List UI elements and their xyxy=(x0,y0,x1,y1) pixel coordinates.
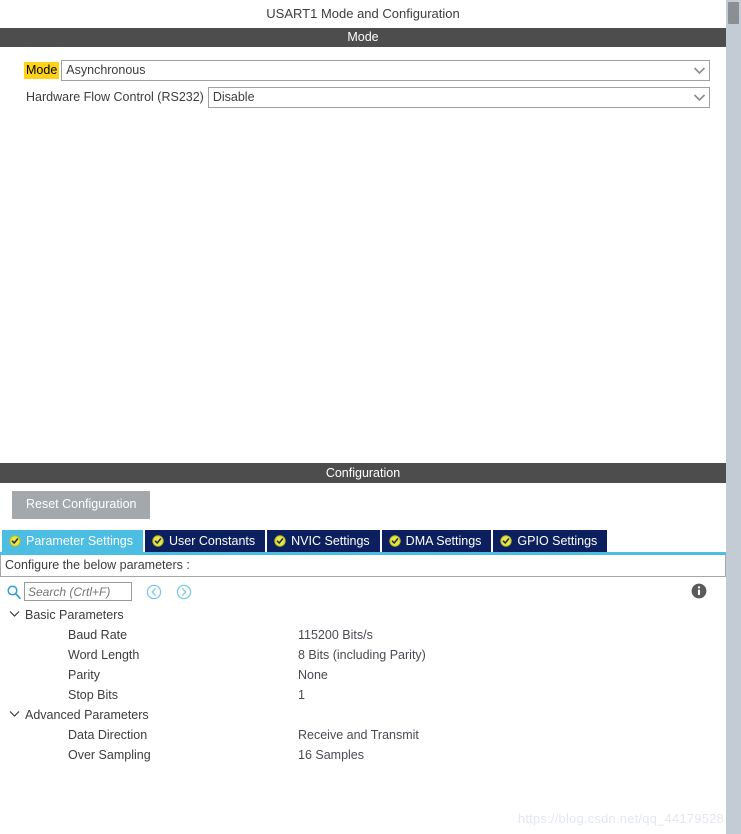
tab-label: Parameter Settings xyxy=(26,534,133,548)
configuration-tabstrip: Parameter Settings User Constants NVIC S… xyxy=(0,529,726,552)
chevron-down-icon[interactable] xyxy=(689,88,709,107)
hardware-flow-control-label: Hardware Flow Control (RS232) xyxy=(26,89,204,104)
tab-label: DMA Settings xyxy=(405,534,482,548)
hardware-flow-control-combobox-value: Disable xyxy=(212,90,255,104)
mode-label: Mode xyxy=(24,61,60,79)
configuration-section-header: Configuration xyxy=(0,463,726,483)
param-value[interactable]: Receive and Transmit xyxy=(298,728,419,742)
mode-panel: USART1 Mode and Configuration Mode Mode … xyxy=(0,0,726,461)
tab-label: User Constants xyxy=(169,534,256,548)
configure-notice: Configure the below parameters : xyxy=(0,555,726,577)
chevron-down-icon[interactable] xyxy=(8,709,21,722)
group-advanced-parameters[interactable]: Advanced Parameters xyxy=(0,705,726,725)
check-circle-icon xyxy=(152,535,164,547)
previous-match-icon[interactable] xyxy=(146,584,162,600)
group-label: Basic Parameters xyxy=(25,608,124,622)
tab-nvic-settings[interactable]: NVIC Settings xyxy=(267,530,380,552)
param-value[interactable]: 1 xyxy=(298,688,305,702)
search-toolbar xyxy=(0,577,726,603)
tab-label: GPIO Settings xyxy=(517,534,598,548)
tab-gpio-settings[interactable]: GPIO Settings xyxy=(493,530,608,552)
check-circle-icon xyxy=(500,535,513,547)
hardware-flow-control-combobox[interactable]: Disable xyxy=(207,86,710,108)
group-basic-parameters[interactable]: Basic Parameters xyxy=(0,605,726,625)
param-name: Over Sampling xyxy=(68,748,151,762)
watermark: https://blog.csdn.net/qq_44179528 xyxy=(517,811,724,826)
table-row[interactable]: Over Sampling 16 Samples xyxy=(0,745,726,765)
param-value[interactable]: 8 Bits (including Parity) xyxy=(298,648,426,662)
table-row[interactable]: Data Direction Receive and Transmit xyxy=(0,725,726,745)
check-circle-icon xyxy=(274,535,286,547)
scrollbar-thumb[interactable] xyxy=(728,2,739,24)
param-name: Data Direction xyxy=(68,728,148,742)
configuration-panel: Configuration Reset Configuration Parame… xyxy=(0,461,726,834)
scrollbar-top-panel[interactable] xyxy=(726,0,741,461)
tab-user-constants[interactable]: User Constants xyxy=(145,530,266,552)
param-name: Parity xyxy=(68,668,100,682)
param-name: Baud Rate xyxy=(68,628,128,642)
scrollbar-bottom-panel[interactable] xyxy=(726,461,741,834)
tab-dma-settings[interactable]: DMA Settings xyxy=(381,530,492,552)
page-title: USART1 Mode and Configuration xyxy=(0,0,726,28)
form-row-mode: Mode Asynchronous xyxy=(0,59,726,81)
tab-parameter-settings[interactable]: Parameter Settings xyxy=(2,530,143,552)
search-icon xyxy=(6,584,22,600)
check-circle-icon xyxy=(388,535,401,547)
tab-label: NVIC Settings xyxy=(291,534,370,548)
param-value[interactable]: 16 Samples xyxy=(298,748,364,762)
reset-configuration-button[interactable]: Reset Configuration xyxy=(12,491,151,519)
search-input[interactable] xyxy=(24,582,132,601)
param-value[interactable]: 115200 Bits/s xyxy=(298,628,373,642)
usart1-configuration-panel: USART1 Mode and Configuration Mode Mode … xyxy=(0,0,741,834)
chevron-down-icon[interactable] xyxy=(689,61,709,80)
table-row[interactable]: Parity None xyxy=(0,665,726,685)
table-row[interactable]: Stop Bits 1 xyxy=(0,685,726,705)
mode-section-header: Mode xyxy=(0,28,726,47)
parameter-tree: Basic Parameters Baud Rate 115200 Bits/s… xyxy=(0,603,726,765)
form-row-hardware-flow-control: Hardware Flow Control (RS232) Disable xyxy=(0,86,726,108)
table-row[interactable]: Word Length 8 Bits (including Parity) xyxy=(0,645,726,665)
info-icon[interactable] xyxy=(690,582,708,600)
next-match-icon[interactable] xyxy=(176,584,192,600)
table-row[interactable]: Baud Rate 115200 Bits/s xyxy=(0,625,726,645)
param-name: Word Length xyxy=(68,648,140,662)
mode-combobox-value: Asynchronous xyxy=(66,63,146,77)
param-value[interactable]: None xyxy=(298,668,328,682)
param-name: Stop Bits xyxy=(68,688,119,702)
chevron-down-icon[interactable] xyxy=(8,609,21,622)
mode-combobox[interactable]: Asynchronous xyxy=(61,59,710,81)
reset-configuration-area: Reset Configuration xyxy=(0,483,726,529)
group-label: Advanced Parameters xyxy=(25,708,149,722)
check-circle-icon xyxy=(9,535,21,547)
mode-form: Mode Asynchronous Hardware Flow Control … xyxy=(0,47,726,108)
